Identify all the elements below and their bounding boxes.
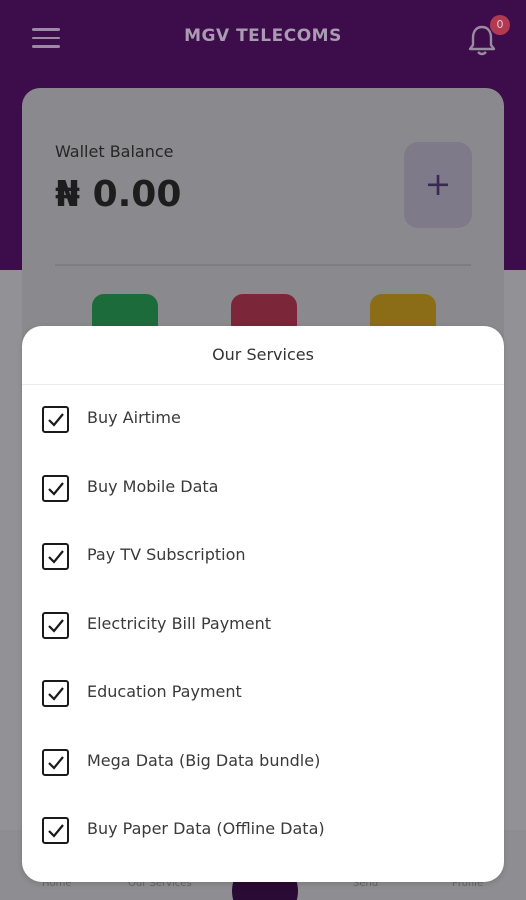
service-item-tv-subscription[interactable]: Pay TV Subscription (22, 521, 504, 590)
checkbox-checked[interactable] (42, 680, 69, 707)
service-item-electricity[interactable]: Electricity Bill Payment (22, 590, 504, 659)
service-label: Pay TV Subscription (87, 545, 246, 564)
service-label: Education Payment (87, 682, 242, 701)
service-item-mega-data[interactable]: Mega Data (Big Data bundle) (22, 727, 504, 796)
service-label: Buy Airtime (87, 408, 181, 427)
add-funds-button[interactable]: + (404, 142, 472, 228)
wallet-label: Wallet Balance (55, 142, 174, 161)
service-label: Mega Data (Big Data bundle) (87, 750, 321, 770)
service-label: Buy Paper Data (Offline Data) (87, 819, 325, 838)
service-item-education[interactable]: Education Payment (22, 658, 504, 727)
service-label: Buy Mobile Data (87, 476, 219, 496)
checkbox-checked[interactable] (42, 474, 69, 502)
checkbox-checked[interactable] (42, 817, 69, 844)
checkbox-checked[interactable] (42, 406, 69, 433)
service-label: Electricity Bill Payment (87, 613, 272, 633)
checkbox-checked[interactable] (42, 543, 69, 570)
service-item-airtime[interactable]: Buy Airtime (22, 384, 504, 453)
service-item-mobile-data[interactable]: Buy Mobile Data (22, 453, 504, 522)
card-divider (55, 264, 471, 266)
sheet-title: Our Services (212, 345, 314, 364)
services-sheet: Our Services Buy Airtime Buy Mobile Data… (22, 326, 504, 882)
checkbox-checked[interactable] (42, 611, 69, 639)
wallet-balance: ₦ 0.00 (55, 174, 182, 215)
app-title: MGV TELECOMS (184, 26, 342, 46)
checkbox-checked[interactable] (42, 748, 69, 776)
services-list: Buy Airtime Buy Mobile Data Pay TV Subsc… (22, 384, 504, 864)
service-item-paper-data[interactable]: Buy Paper Data (Offline Data) (22, 795, 504, 864)
notification-badge: 0 (490, 15, 510, 35)
